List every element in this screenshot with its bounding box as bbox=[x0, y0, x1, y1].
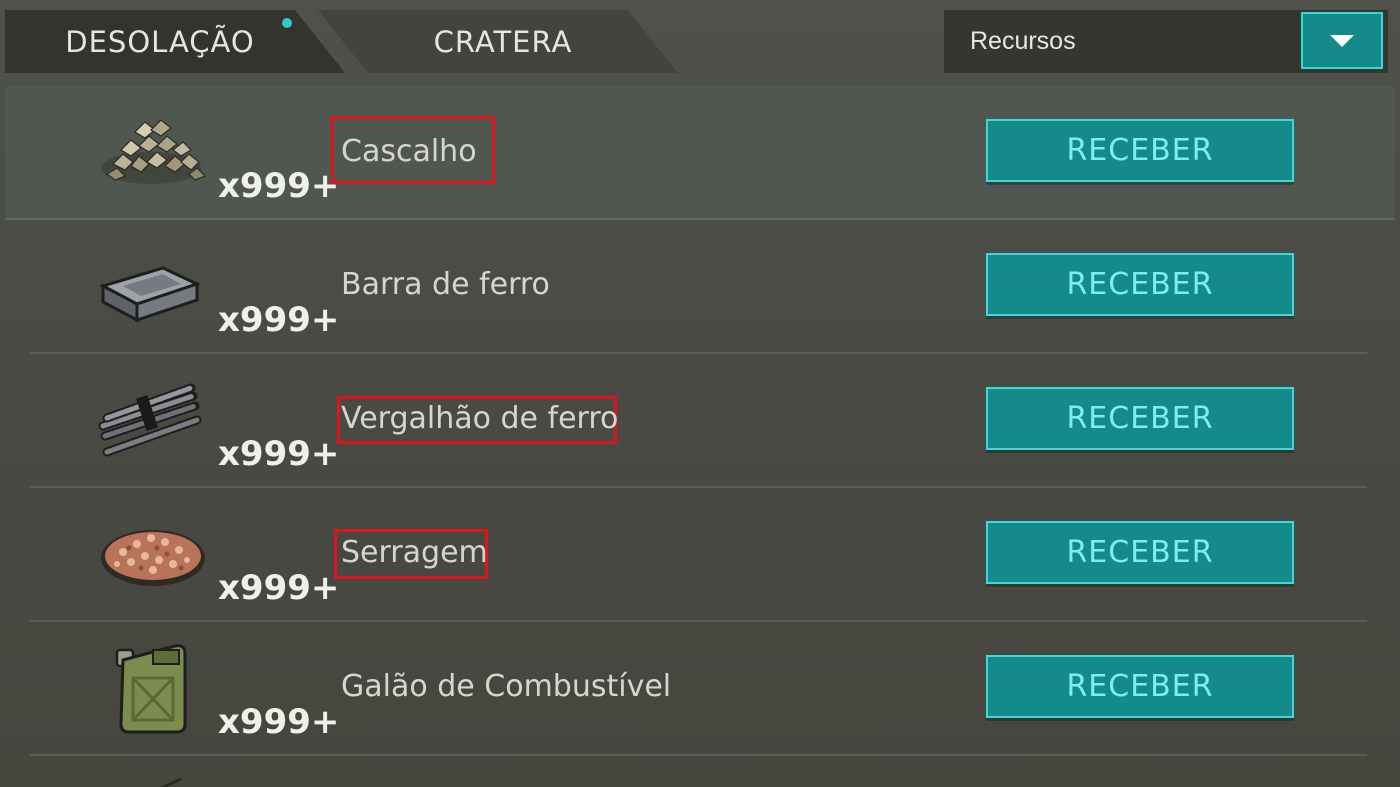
receive-button[interactable]: RECEBER bbox=[986, 119, 1294, 182]
list-item: x999+ Serragem RECEBER bbox=[5, 488, 1395, 622]
category-dropdown-value: Recursos bbox=[970, 27, 1076, 55]
gravel-icon bbox=[93, 106, 213, 194]
iron-rebar-icon bbox=[93, 374, 213, 462]
next-item-icon bbox=[155, 774, 185, 787]
fuel-canister-icon bbox=[93, 636, 213, 736]
resource-rewards-screen: DESOLAÇÃO CRATERA Recursos x999+ Cascalh… bbox=[0, 0, 1400, 787]
notification-dot-icon bbox=[282, 18, 292, 28]
receive-button[interactable]: RECEBER bbox=[986, 521, 1294, 584]
row-divider bbox=[30, 754, 1367, 756]
sawdust-icon bbox=[93, 508, 213, 596]
list-item: x999+ Cascalho RECEBER bbox=[5, 86, 1395, 220]
top-bar: DESOLAÇÃO CRATERA Recursos bbox=[0, 0, 1400, 84]
receive-button[interactable]: RECEBER bbox=[986, 253, 1294, 316]
item-quantity: x999+ bbox=[218, 702, 340, 742]
receive-button[interactable]: RECEBER bbox=[986, 387, 1294, 450]
list-item: x999+ Vergalhão de ferro RECEBER bbox=[5, 354, 1395, 488]
receive-button[interactable]: RECEBER bbox=[986, 655, 1294, 718]
item-name: Vergalhão de ferro bbox=[341, 401, 619, 436]
resource-list[interactable]: x999+ Cascalho RECEBER x999+ Barra de fe… bbox=[5, 86, 1395, 787]
list-item: x999+ Galão de Combustível RECEBER bbox=[5, 622, 1395, 756]
item-name: Cascalho bbox=[341, 134, 477, 169]
item-quantity: x999+ bbox=[218, 166, 340, 206]
iron-bar-icon bbox=[93, 240, 213, 328]
item-name: Serragem bbox=[341, 535, 488, 570]
item-quantity: x999+ bbox=[218, 434, 340, 474]
item-quantity: x999+ bbox=[218, 568, 340, 608]
item-name: Galão de Combustível bbox=[341, 669, 672, 704]
chevron-down-icon bbox=[1330, 34, 1354, 47]
tab-cratera[interactable]: CRATERA bbox=[318, 10, 678, 73]
list-item: x999+ Barra de ferro RECEBER bbox=[5, 220, 1395, 354]
tab-cratera-label: CRATERA bbox=[433, 24, 573, 59]
dropdown-toggle-button[interactable] bbox=[1301, 12, 1383, 69]
tab-desolacao-label: DESOLAÇÃO bbox=[65, 24, 255, 59]
category-dropdown[interactable]: Recursos bbox=[944, 10, 1388, 73]
tab-desolacao[interactable]: DESOLAÇÃO bbox=[5, 10, 345, 73]
item-quantity: x999+ bbox=[218, 300, 340, 340]
item-name: Barra de ferro bbox=[341, 267, 550, 302]
